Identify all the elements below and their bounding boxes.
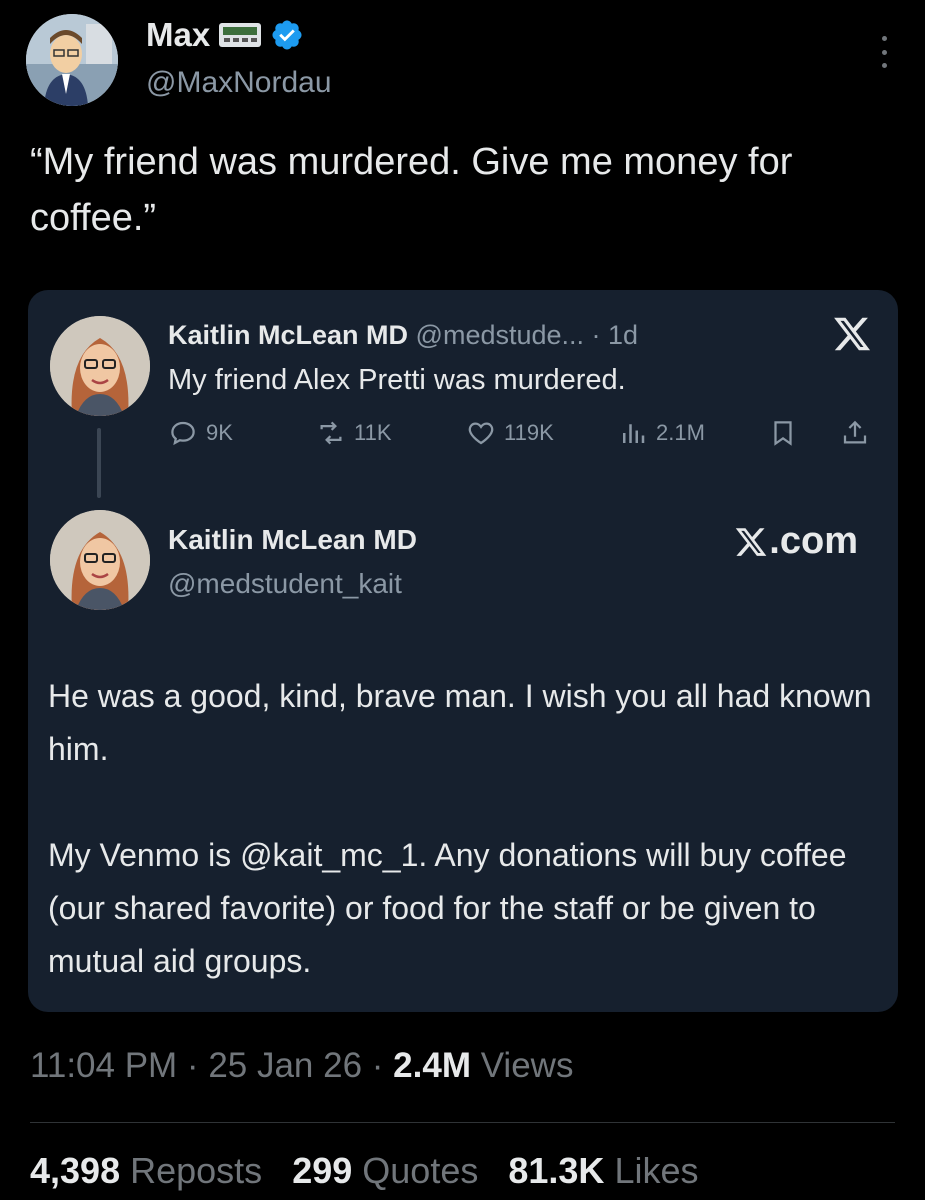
author-handle[interactable]: @MaxNordau [146,66,332,100]
x-logo-icon [736,527,767,556]
quoted-author-avatar[interactable] [50,316,150,416]
quoted-handle-time: @medstude... · 1d [415,320,639,350]
card-paragraph-1: He was a good, kind, brave man. I wish y… [48,678,872,767]
author-name-row: Max [146,16,304,54]
card-body: He was a good, kind, brave man. I wish y… [48,670,878,1041]
divider [30,1122,895,1123]
card-author-avatar[interactable] [50,510,150,610]
thread-connector [97,428,101,498]
like-count: 119K [504,420,554,445]
likes-label: Likes [614,1150,699,1191]
quoted-action-bar: 9K 11K 119K 2.1M [168,418,878,458]
quotes-count: 299 [292,1150,353,1191]
quoted-header: Kaitlin McLean MD @medstude... · 1d [168,320,638,351]
quoted-author-name[interactable]: Kaitlin McLean MD [168,320,408,350]
reply-action[interactable]: 9K [168,418,233,448]
x-logo-icon [834,317,871,351]
quotes-stat[interactable]: 299 Quotes [292,1150,478,1192]
repost-icon [320,421,342,445]
bookmark-action[interactable] [768,418,798,448]
x-com-wordmark: .com [734,520,858,563]
repost-count: 11K [354,420,392,445]
reposts-label: Reposts [130,1150,263,1191]
views-chart-icon [623,424,645,443]
views-action[interactable]: 2.1M [618,418,705,448]
quotes-label: Quotes [362,1150,479,1191]
tweet-timestamp[interactable]: 11:04 PM · 25 Jan 26 · 2.4M Views [30,1046,573,1086]
bookmark-icon [774,421,792,446]
likes-stat[interactable]: 81.3K Likes [508,1150,698,1192]
reply-count: 9K [206,420,233,445]
time-date: 11:04 PM · 25 Jan 26 · [30,1046,394,1085]
likes-count: 81.3K [508,1150,605,1191]
quoted-tweet-card[interactable]: Kaitlin McLean MD @medstude... · 1d My f… [28,290,898,1012]
reposts-count: 4,398 [30,1150,121,1191]
card-author-name[interactable]: Kaitlin McLean MD [168,524,417,556]
views-total: 2.4M [393,1046,471,1085]
quoted-text: My friend Alex Pretti was murdered. [168,364,626,396]
engagement-stats: 4,398 Reposts 299 Quotes 81.3K Likes [30,1150,699,1192]
share-icon [843,420,867,444]
like-action[interactable]: 119K [466,418,554,448]
author-avatar[interactable] [26,14,118,106]
reposts-stat[interactable]: 4,398 Reposts [30,1150,262,1192]
verified-badge-icon [272,20,302,50]
card-paragraph-2: My Venmo is @kait_mc_1. Any donations wi… [48,837,847,979]
reply-icon [171,421,195,446]
views-label: Views [470,1046,574,1085]
pager-icon [219,23,262,47]
site-suffix: .com [769,520,858,562]
share-action[interactable] [840,418,870,448]
author-name[interactable]: Max [146,16,210,54]
more-options-icon[interactable] [879,36,889,68]
card-author-handle[interactable]: @medstudent_kait [168,568,402,600]
repost-action[interactable]: 11K [316,418,392,448]
tweet-text: “My friend was murdered. Give me money f… [30,141,793,239]
heart-icon [468,422,494,445]
views-count: 2.1M [656,420,705,445]
